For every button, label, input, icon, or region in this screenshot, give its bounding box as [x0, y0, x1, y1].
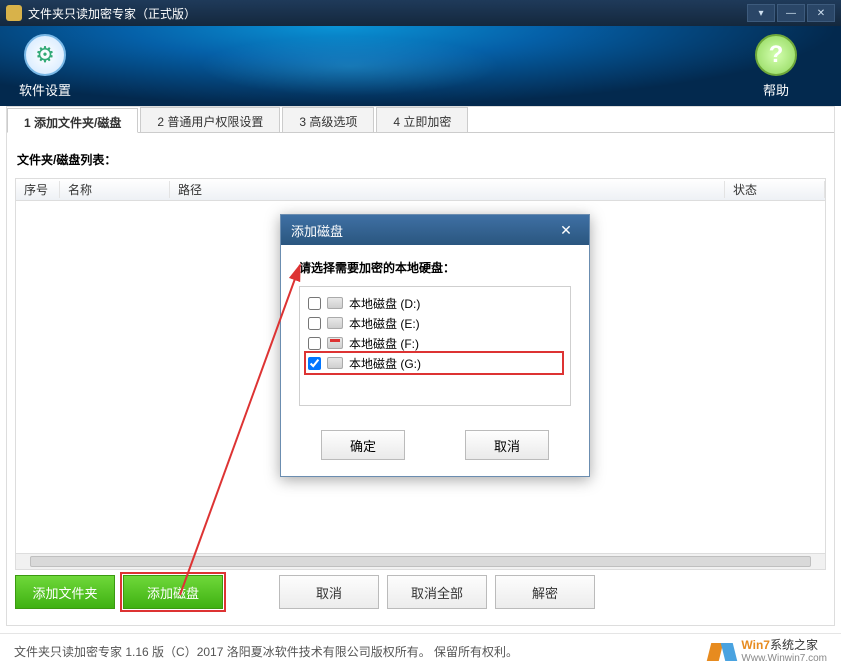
drive-checkbox-g[interactable]	[308, 357, 321, 370]
drive-checkbox-e[interactable]	[308, 317, 321, 330]
tab-encrypt-now[interactable]: 4 立即加密	[376, 107, 468, 132]
table-header: 序号 名称 路径 状态	[16, 179, 825, 201]
dialog-titlebar[interactable]: 添加磁盘 ✕	[281, 215, 589, 245]
cancel-button[interactable]: 取消	[279, 575, 379, 609]
help-label: 帮助	[763, 80, 789, 99]
drive-item-f[interactable]: 本地磁盘 (F:)	[308, 333, 562, 353]
decrypt-button[interactable]: 解密	[495, 575, 595, 609]
watermark-icon	[709, 641, 735, 663]
drive-item-e[interactable]: 本地磁盘 (E:)	[308, 313, 562, 333]
dialog-ok-button[interactable]: 确定	[321, 430, 405, 460]
minimize-button[interactable]: —	[777, 4, 805, 22]
drive-icon	[327, 357, 343, 369]
help-button[interactable]: ? 帮助	[731, 26, 821, 106]
titlebar: 文件夹只读加密专家（正式版） ▾ — ✕	[0, 0, 841, 26]
tab-bar: 1 添加文件夹/磁盘 2 普通用户权限设置 3 高级选项 4 立即加密	[7, 107, 834, 133]
drive-checkbox-d[interactable]	[308, 297, 321, 310]
drive-item-d[interactable]: 本地磁盘 (D:)	[308, 293, 562, 313]
copyright-text: 文件夹只读加密专家 1.16 版（C）2017 洛阳夏冰软件技术有限公司版权所有…	[14, 643, 518, 660]
bottom-button-row: 添加文件夹 添加磁盘 取消 取消全部 解密	[15, 575, 826, 609]
tab-advanced[interactable]: 3 高级选项	[282, 107, 374, 132]
col-path: 路径	[170, 181, 725, 198]
watermark-brand: Win7系统之家	[741, 639, 827, 652]
gear-icon: ⚙	[24, 34, 66, 76]
close-button[interactable]: ✕	[807, 4, 835, 22]
tab-user-permission[interactable]: 2 普通用户权限设置	[140, 107, 280, 132]
drive-icon	[327, 317, 343, 329]
drive-checkbox-f[interactable]	[308, 337, 321, 350]
dialog-prompt: 请选择需要加密的本地硬盘：	[299, 259, 571, 276]
window-title: 文件夹只读加密专家（正式版）	[28, 5, 745, 22]
add-folder-button[interactable]: 添加文件夹	[15, 575, 115, 609]
cancel-all-button[interactable]: 取消全部	[387, 575, 487, 609]
drive-icon	[327, 337, 343, 349]
add-disk-button[interactable]: 添加磁盘	[123, 575, 223, 609]
drive-label: 本地磁盘 (D:)	[349, 295, 420, 312]
horizontal-scrollbar[interactable]	[16, 553, 825, 569]
dropdown-button[interactable]: ▾	[747, 4, 775, 22]
drive-list: 本地磁盘 (D:) 本地磁盘 (E:) 本地磁盘 (F:) 本地磁盘 (G:)	[299, 286, 571, 406]
watermark-url: Www.Winwin7.com	[741, 653, 827, 664]
drive-label: 本地磁盘 (E:)	[349, 315, 420, 332]
col-status: 状态	[725, 181, 825, 198]
help-icon: ?	[755, 34, 797, 76]
drive-icon	[327, 297, 343, 309]
app-icon	[6, 5, 22, 21]
dialog-title-text: 添加磁盘	[291, 221, 343, 240]
drive-item-g[interactable]: 本地磁盘 (G:)	[306, 353, 562, 373]
col-seq: 序号	[16, 181, 60, 198]
list-heading: 文件夹/磁盘列表：	[17, 151, 824, 168]
drive-label: 本地磁盘 (G:)	[349, 355, 421, 372]
dialog-close-icon[interactable]: ✕	[553, 222, 579, 239]
col-name: 名称	[60, 181, 170, 198]
drive-label: 本地磁盘 (F:)	[349, 335, 419, 352]
add-disk-dialog: 添加磁盘 ✕ 请选择需要加密的本地硬盘： 本地磁盘 (D:) 本地磁盘 (E:)…	[280, 214, 590, 477]
settings-label: 软件设置	[19, 80, 71, 99]
footer: 文件夹只读加密专家 1.16 版（C）2017 洛阳夏冰软件技术有限公司版权所有…	[0, 633, 841, 669]
settings-button[interactable]: ⚙ 软件设置	[0, 26, 90, 106]
watermark: Win7系统之家 Www.Winwin7.com	[709, 639, 827, 663]
dialog-cancel-button[interactable]: 取消	[465, 430, 549, 460]
tab-add-folder-disk[interactable]: 1 添加文件夹/磁盘	[7, 108, 138, 133]
ribbon: ⚙ 软件设置 ? 帮助	[0, 26, 841, 106]
